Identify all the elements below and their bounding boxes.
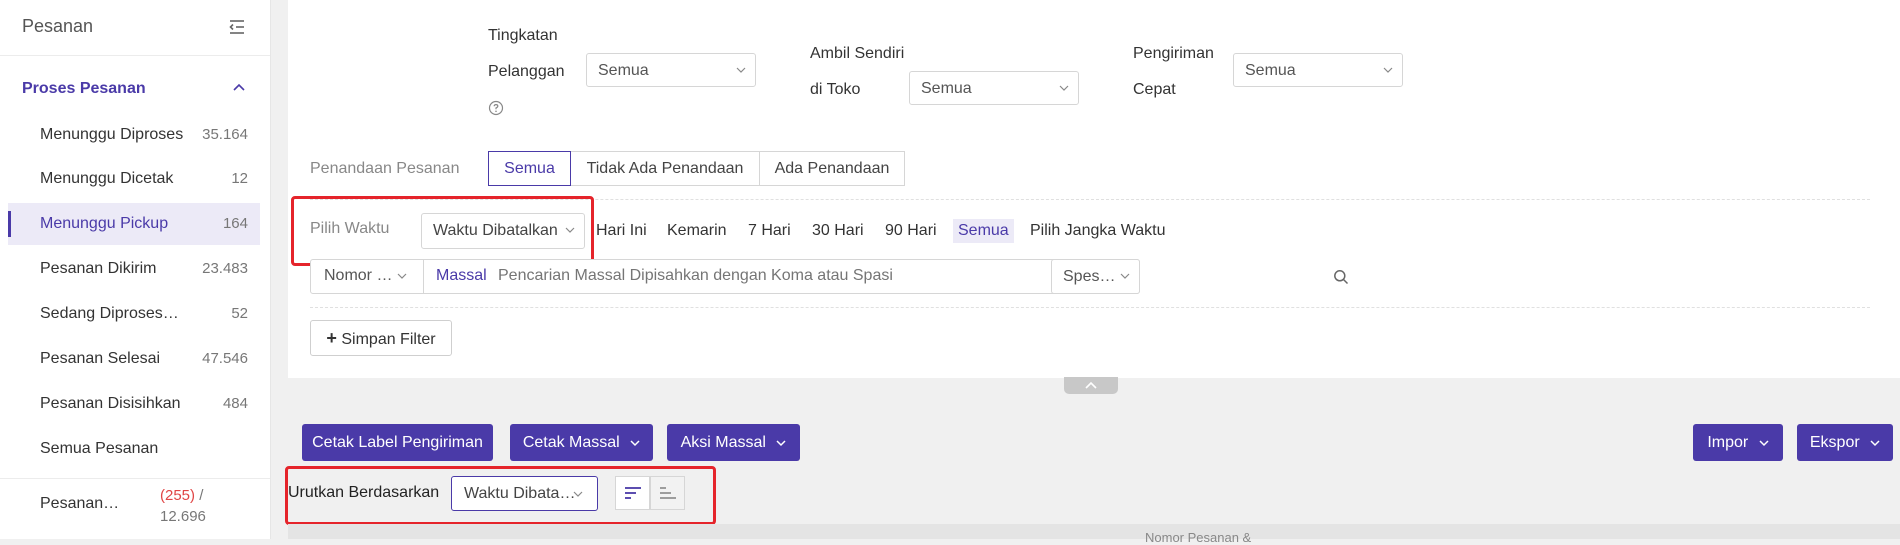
sidebar-item-menunggu-pickup[interactable]: Menunggu Pickup 164	[8, 203, 260, 245]
chevron-down-icon	[1059, 85, 1069, 91]
sidebar-item-label: Sedang Diproses…	[40, 305, 179, 322]
count-total: 12.696	[160, 508, 206, 525]
count-red: (255)	[160, 487, 196, 504]
select-value: Semua	[598, 62, 649, 79]
range-semua[interactable]: Semua	[953, 219, 1014, 243]
chevron-down-icon	[1120, 273, 1130, 279]
sidebar-item-pesanan-last[interactable]: Pesanan…	[40, 495, 119, 513]
table-header-order-number: Nomor Pesanan &	[1145, 530, 1252, 545]
penandaan-label: Penandaan Pesanan	[310, 160, 460, 177]
ambil-label: Ambil Sendiri	[810, 45, 905, 62]
penandaan-option-semua[interactable]: Semua	[488, 151, 571, 186]
sidebar-item-count: 23.483	[202, 260, 248, 277]
range-30-hari[interactable]: 30 Hari	[812, 221, 864, 241]
tingkatan-label: Tingkatan	[488, 27, 558, 44]
sidebar-item-count: 52	[231, 305, 248, 322]
sidebar-item-label: Menunggu Dicetak	[40, 170, 174, 187]
range-90-hari[interactable]: 90 Hari	[885, 221, 937, 241]
spec-select[interactable]: Spes…	[1051, 259, 1140, 294]
pengiriman-label-line2: Cepat	[1133, 81, 1176, 98]
save-filter-label: Simpan Filter	[341, 331, 436, 348]
sidebar-title: Pesanan	[22, 16, 94, 36]
search-box: Nomor … Massal	[310, 259, 1349, 294]
count-separator: /	[195, 487, 204, 504]
chevron-down-icon	[776, 440, 786, 446]
save-filter-button[interactable]: + Simpan Filter	[310, 320, 452, 356]
sidebar: Pesanan Proses Pesanan Menunggu Diproses…	[0, 0, 271, 539]
sidebar-divider	[0, 478, 270, 479]
pengiriman-label: Pengiriman	[1133, 45, 1214, 62]
tingkatan-select[interactable]: Semua	[586, 53, 756, 87]
chevron-up-icon	[1085, 381, 1097, 389]
plus-icon: +	[326, 328, 337, 348]
sidebar-item-pesanan-disisihkan[interactable]: Pesanan Disisihkan 484	[8, 383, 260, 425]
chevron-up-icon[interactable]	[232, 80, 246, 94]
bulk-action-button[interactable]: Aksi Massal	[667, 424, 800, 461]
penandaan-option-tidak-ada[interactable]: Tidak Ada Penandaan	[570, 151, 760, 186]
search-mode-label[interactable]: Massal	[436, 267, 487, 285]
sidebar-item-label: Pesanan Disisihkan	[40, 395, 181, 412]
range-kemarin[interactable]: Kemarin	[667, 221, 727, 241]
sidebar-item-menunggu-diproses[interactable]: Menunggu Diproses 35.164	[8, 114, 260, 156]
pengiriman-select[interactable]: Semua	[1233, 53, 1403, 87]
button-label: Aksi Massal	[680, 434, 766, 451]
sidebar-item-label: Menunggu Pickup	[40, 215, 169, 232]
sidebar-item-menunggu-dicetak[interactable]: Menunggu Dicetak 12	[8, 158, 260, 200]
sidebar-item-label: Menunggu Diproses	[40, 126, 184, 143]
button-label: Impor	[1707, 434, 1749, 451]
sidebar-item-count: 35.164	[202, 126, 248, 143]
highlight-box-sort	[285, 466, 716, 525]
sidebar-item-pesanan-dikirim[interactable]: Pesanan Dikirim 23.483	[8, 248, 260, 290]
button-label: Cetak Massal	[522, 434, 620, 451]
select-value: Semua	[921, 80, 972, 97]
sidebar-item-count: 47.546	[202, 350, 248, 367]
ambil-label-line2: di Toko	[810, 81, 861, 98]
sidebar-item-count: 12	[231, 170, 248, 187]
search-icon[interactable]	[1333, 269, 1349, 285]
select-value: Semua	[1245, 62, 1296, 79]
chevron-down-icon	[1759, 440, 1769, 446]
ambil-select[interactable]: Semua	[909, 71, 1079, 105]
sidebar-item-label: Pesanan Dikirim	[40, 260, 157, 277]
print-shipping-label-button[interactable]: Cetak Label Pengiriman	[302, 424, 493, 461]
button-label: Ekspor	[1809, 434, 1860, 451]
select-value: Nomor …	[324, 267, 393, 284]
collapse-menu-icon[interactable]	[227, 17, 247, 37]
sidebar-item-sedang-diproses[interactable]: Sedang Diproses… 52	[8, 293, 260, 335]
bulk-print-button[interactable]: Cetak Massal	[510, 424, 653, 461]
help-icon[interactable]	[488, 100, 504, 116]
chevron-down-icon	[397, 273, 407, 279]
sidebar-item-pesanan-selesai[interactable]: Pesanan Selesai 47.546	[8, 338, 260, 380]
sidebar-group-label[interactable]: Proses Pesanan	[22, 80, 146, 98]
export-button[interactable]: Ekspor	[1797, 424, 1893, 461]
range-7-hari[interactable]: 7 Hari	[748, 221, 791, 241]
range-hari-ini[interactable]: Hari Ini	[596, 221, 647, 241]
penandaan-option-ada[interactable]: Ada Penandaan	[759, 151, 905, 186]
chevron-down-icon	[630, 440, 640, 446]
sidebar-item-label: Semua Pesanan	[40, 440, 159, 457]
chevron-down-icon	[1383, 67, 1393, 73]
search-field-select[interactable]: Nomor …	[311, 260, 424, 293]
dashed-divider	[310, 307, 1870, 308]
sidebar-item-label: Pesanan Selesai	[40, 350, 161, 367]
sidebar-item-semua-pesanan[interactable]: Semua Pesanan	[8, 428, 260, 470]
collapse-filter-tab[interactable]	[1064, 377, 1118, 394]
button-label: Cetak Label Pengiriman	[312, 434, 483, 451]
chevron-down-icon	[1870, 440, 1880, 446]
highlight-box-pilih-waktu	[291, 196, 594, 266]
chevron-down-icon	[736, 67, 746, 73]
sidebar-item-count: (255) / 12.696	[160, 485, 206, 527]
sidebar-item-count: 484	[222, 395, 248, 412]
table-header	[288, 524, 1900, 539]
tingkatan-label-line2: Pelanggan	[488, 63, 565, 80]
range-pilih-jangka-waktu[interactable]: Pilih Jangka Waktu	[1030, 221, 1165, 241]
sidebar-divider	[0, 55, 270, 56]
search-input[interactable]	[498, 263, 1098, 289]
sidebar-item-count: 164	[222, 215, 248, 232]
select-value: Spes…	[1063, 268, 1116, 285]
import-button[interactable]: Impor	[1693, 424, 1783, 461]
